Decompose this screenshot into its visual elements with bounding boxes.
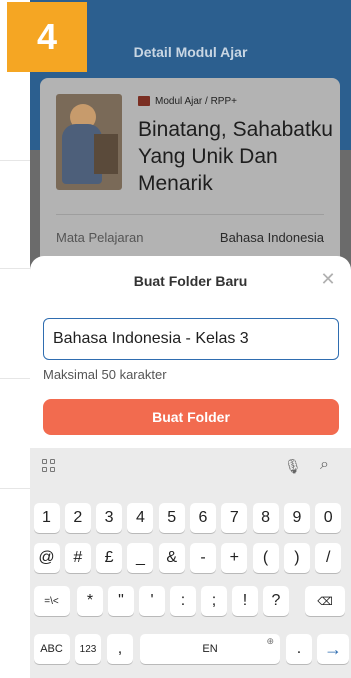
key-symbol[interactable]: ? — [263, 586, 289, 616]
key-8[interactable]: 9 — [283, 503, 310, 533]
module-cover-image — [56, 94, 122, 190]
key-9[interactable]: 0 — [315, 503, 342, 533]
key-symbol[interactable]: ; — [201, 586, 227, 616]
search-icon[interactable]: ⌕ — [320, 456, 329, 474]
key-symbol[interactable]: : — [170, 586, 196, 616]
key-symbol[interactable]: ( — [252, 543, 279, 573]
module-title: Binatang, Sahabatku Yang Unik Dan Menari… — [138, 118, 333, 195]
key-symbol[interactable]: " — [108, 586, 134, 616]
globe-icon: ⊕ — [266, 636, 274, 646]
divider — [56, 214, 324, 215]
divider — [0, 378, 30, 379]
key-symbol[interactable]: ' — [139, 586, 165, 616]
key-2[interactable]: 3 — [96, 503, 123, 533]
book-icon — [138, 96, 150, 106]
key-5[interactable]: 6 — [190, 503, 216, 533]
key-7[interactable]: 8 — [252, 503, 279, 533]
subject-label: Mata Pelajaran — [56, 230, 144, 245]
module-card[interactable]: Modul Ajar / RPP+ Binatang, Sahabatku Ya… — [40, 78, 340, 278]
abc-key[interactable]: ABC — [33, 634, 70, 664]
numeric-key[interactable]: 123 — [75, 634, 101, 664]
close-icon[interactable]: ✕ — [319, 270, 337, 288]
period-key[interactable]: . — [286, 634, 312, 664]
key-symbol[interactable]: # — [64, 543, 91, 573]
key-symbol[interactable]: _ — [127, 543, 154, 573]
key-symbol[interactable]: @ — [33, 543, 60, 573]
key-4[interactable]: 5 — [158, 503, 185, 533]
mic-icon[interactable]: 🎙 — [284, 458, 302, 475]
helper-text: Maksimal 50 karakter — [43, 367, 167, 382]
space-key[interactable]: EN ⊕ — [140, 634, 280, 664]
backspace-key[interactable]: ⌫ — [305, 586, 345, 616]
module-type-badge: Modul Ajar / RPP+ — [138, 94, 237, 108]
key-6[interactable]: 7 — [221, 503, 248, 533]
keyboard-toolbar: 🎙 ⌕ — [30, 448, 351, 486]
key-symbol[interactable]: & — [158, 543, 185, 573]
key-symbol[interactable]: + — [221, 543, 248, 573]
folder-name-input[interactable] — [43, 318, 339, 360]
enter-key[interactable]: → — [317, 634, 349, 664]
divider — [0, 488, 30, 489]
key-0[interactable]: 1 — [33, 503, 60, 533]
divider — [0, 268, 30, 269]
on-screen-keyboard: 🎙 ⌕ 1 2 3 4 5 6 7 8 9 0 @ # £ _ & - +() / =\< * " ':;!? ⌫ ABC 12… — [30, 448, 351, 678]
comma-key[interactable]: , — [107, 634, 133, 664]
divider — [0, 160, 30, 161]
key-symbol[interactable]: * — [77, 586, 103, 616]
create-folder-button[interactable]: Buat Folder — [43, 399, 339, 435]
key-symbol-switch[interactable]: =\< — [33, 586, 70, 616]
key-3[interactable]: 4 — [127, 503, 154, 533]
previous-page-edge — [0, 0, 30, 678]
step-number-badge: 4 — [7, 2, 87, 72]
key-symbol[interactable]: ) — [283, 543, 310, 573]
key-1[interactable]: 2 — [64, 503, 91, 533]
key-symbol[interactable]: / — [315, 543, 342, 573]
grid-icon[interactable] — [42, 459, 56, 473]
key-symbol[interactable]: - — [190, 543, 216, 573]
sheet-title: Buat Folder Baru — [133, 273, 248, 289]
subject-value: Bahasa Indonesia — [219, 230, 324, 245]
key-symbol[interactable]: ! — [232, 586, 258, 616]
key-symbol[interactable]: £ — [96, 543, 123, 573]
